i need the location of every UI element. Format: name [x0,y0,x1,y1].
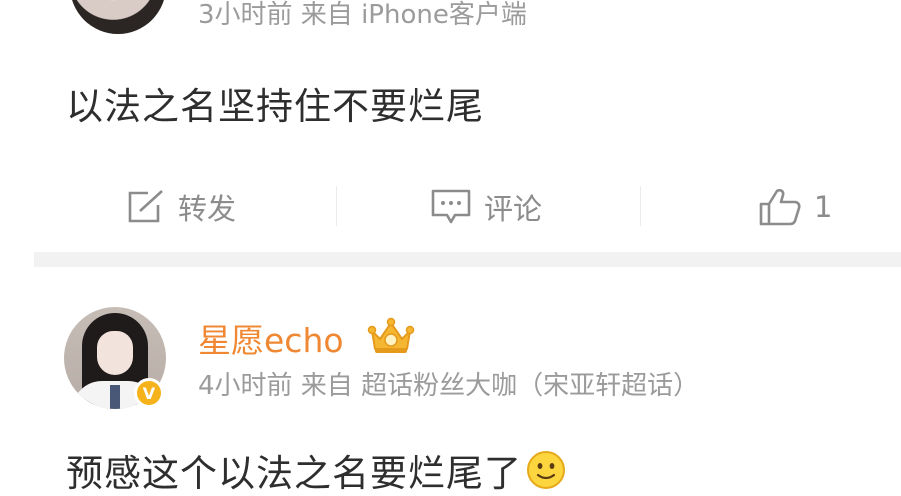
smiley-emoji-icon [527,451,565,489]
post-content[interactable]: 以法之名坚持住不要烂尾 [66,76,484,130]
action-separator [640,186,641,226]
like-button[interactable]: 1 [758,180,832,234]
avatar[interactable] [70,0,166,34]
repost-button[interactable]: 转发 [126,180,236,234]
like-count: 1 [814,190,833,224]
edit-repost-icon [128,190,163,223]
post-divider [34,252,901,267]
thumbs-up-icon [759,188,801,226]
comment-bubble-icon [431,189,471,224]
feed-post-2: V 星愿echo 4小时前 来自 超话粉丝大咖（宋亚轩超话） 预感这个以法之名要… [0,267,901,496]
post-meta: 4小时前 来自 超话粉丝大咖（宋亚轩超话） [198,371,700,401]
comment-button[interactable]: 评论 [430,180,542,234]
post-text: 预感这个以法之名要烂尾了 [66,452,522,495]
crown-icon[interactable] [366,317,416,355]
username[interactable]: 星愿echo [198,314,344,362]
action-bar: 转发 评论 1 [34,180,901,234]
verified-badge-icon: V [134,378,164,408]
feed-post-1: 3小时前 来自 iPhone客户端 以法之名坚持住不要烂尾 转发 评论 1 [0,0,901,252]
post-content[interactable]: 预感这个以法之名要烂尾了 [66,443,566,496]
comment-label: 评论 [484,192,543,226]
action-separator [336,186,337,226]
post-meta: 3小时前 来自 iPhone客户端 [198,0,527,30]
repost-label: 转发 [178,192,237,226]
